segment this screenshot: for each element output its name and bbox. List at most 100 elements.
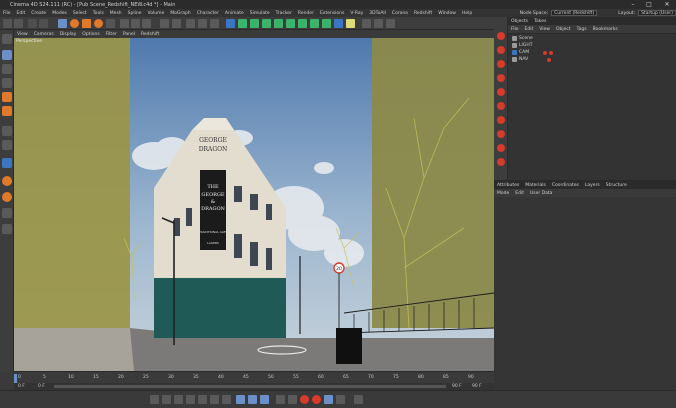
menu-create[interactable]: Create xyxy=(28,11,49,16)
object-row-nav[interactable]: NAV xyxy=(508,56,676,63)
axis-icon[interactable] xyxy=(2,126,12,136)
close-button[interactable]: ✕ xyxy=(660,0,674,9)
axis-y-icon[interactable] xyxy=(131,19,140,28)
viewport-menu-view[interactable]: View xyxy=(14,32,31,37)
menu-mograph[interactable]: MoGraph xyxy=(167,11,193,16)
position-key-icon[interactable] xyxy=(276,395,285,404)
polygons-icon[interactable] xyxy=(2,106,12,116)
model-icon[interactable] xyxy=(2,50,12,60)
rotation-key-icon[interactable] xyxy=(288,395,297,404)
menu-vray[interactable]: V-Ray xyxy=(347,11,366,16)
rotate-tool-icon[interactable] xyxy=(94,19,103,28)
objects-menu-tags[interactable]: Tags xyxy=(574,27,590,32)
solo-icon[interactable] xyxy=(2,176,12,186)
undo-icon[interactable] xyxy=(3,19,12,28)
current-frame[interactable]: 0 F xyxy=(18,384,25,389)
menu-corona[interactable]: Corona xyxy=(389,11,411,16)
objects-menu-edit[interactable]: Edit xyxy=(522,27,537,32)
render-settings-icon[interactable] xyxy=(210,19,219,28)
redshift-proxy-icon[interactable] xyxy=(497,130,505,138)
workplane-icon[interactable] xyxy=(374,19,383,28)
redshift-tag-icon[interactable] xyxy=(543,50,548,55)
attributes-menu-mode[interactable]: Mode xyxy=(494,191,512,196)
snapping-icon[interactable] xyxy=(2,158,12,168)
grid-icon[interactable] xyxy=(2,224,12,234)
viewport-3d[interactable]: GEORGE DRAGON THE GEORGE & DRAGON TRADIT… xyxy=(14,38,494,371)
menu-spline[interactable]: Spline xyxy=(125,11,145,16)
texture-icon[interactable] xyxy=(2,64,12,74)
subdivision-icon[interactable] xyxy=(250,19,259,28)
prev-key-icon[interactable] xyxy=(162,395,171,404)
redshift-volume-icon[interactable] xyxy=(497,144,505,152)
render-view-icon[interactable] xyxy=(186,19,195,28)
snap-icon[interactable] xyxy=(362,19,371,28)
object-mode-icon[interactable] xyxy=(39,19,48,28)
record-keys-icon[interactable] xyxy=(236,395,245,404)
cloner-icon[interactable] xyxy=(274,19,283,28)
menu-help[interactable]: Help xyxy=(459,11,475,16)
menu-file[interactable]: File xyxy=(0,11,14,16)
object-row-cam[interactable]: CAM xyxy=(508,49,676,56)
coordinate-system-icon[interactable] xyxy=(160,19,169,28)
redshift-render-icon[interactable] xyxy=(497,32,505,40)
symmetry-icon[interactable] xyxy=(2,192,12,202)
cube-icon[interactable] xyxy=(226,19,235,28)
quantize-icon[interactable] xyxy=(386,19,395,28)
attributes-menu-user-data[interactable]: User Data xyxy=(527,191,555,196)
goto-start-icon[interactable] xyxy=(150,395,159,404)
menu-modes[interactable]: Modes xyxy=(49,11,70,16)
redshift-dome-icon[interactable] xyxy=(497,102,505,110)
objects-menu-bookmarks[interactable]: Bookmarks xyxy=(590,27,621,32)
menu-character[interactable]: Character xyxy=(194,11,222,16)
maximize-button[interactable]: □ xyxy=(642,0,656,9)
redshift-material-icon[interactable] xyxy=(497,60,505,68)
timeline-settings-icon[interactable] xyxy=(354,395,363,404)
menu-extensions[interactable]: Extensions xyxy=(317,11,347,16)
redshift-tag-icon[interactable] xyxy=(547,57,552,62)
make-editable-icon[interactable] xyxy=(2,34,12,44)
tab-structure[interactable]: Structure xyxy=(603,183,630,188)
start-frame[interactable]: 0 F xyxy=(38,384,45,389)
viewport-menu-options[interactable]: Options xyxy=(79,32,102,37)
menu-window[interactable]: Window xyxy=(435,11,459,16)
redshift-ipr-icon[interactable] xyxy=(497,46,505,54)
next-key-icon[interactable] xyxy=(222,395,231,404)
light-icon[interactable] xyxy=(346,19,355,28)
render-picture-viewer-icon[interactable] xyxy=(198,19,207,28)
viewport-menu-display[interactable]: Display xyxy=(57,32,80,37)
redshift-environment-icon[interactable] xyxy=(497,158,505,166)
record-icon[interactable] xyxy=(300,395,309,404)
boole-icon[interactable] xyxy=(286,19,295,28)
autokey-icon[interactable] xyxy=(248,395,257,404)
lock-workplane-icon[interactable] xyxy=(2,208,12,218)
redshift-camera-icon[interactable] xyxy=(497,74,505,82)
redo-icon[interactable] xyxy=(14,19,23,28)
tab-materials[interactable]: Materials xyxy=(522,183,549,188)
menu-mesh[interactable]: Mesh xyxy=(107,11,125,16)
scale-key-icon[interactable] xyxy=(324,395,333,404)
model-mode-icon[interactable] xyxy=(28,19,37,28)
deformer-icon[interactable] xyxy=(298,19,307,28)
world-icon[interactable] xyxy=(172,19,181,28)
tab-takes[interactable]: Takes xyxy=(531,19,549,24)
objects-menu-file[interactable]: File xyxy=(508,27,522,32)
menu-volume[interactable]: Volume xyxy=(145,11,168,16)
scale-tool-icon[interactable] xyxy=(82,19,91,28)
play-icon[interactable] xyxy=(198,395,207,404)
menu-tracker[interactable]: Tracker xyxy=(273,11,295,16)
menu-3dtoall[interactable]: 3DToAll xyxy=(366,11,389,16)
end-frame[interactable]: 90 F xyxy=(452,384,462,389)
menu-redshift[interactable]: Redshift xyxy=(411,11,435,16)
menu-simulate[interactable]: Simulate xyxy=(247,11,273,16)
objects-menu-object[interactable]: Object xyxy=(553,27,574,32)
redshift-sun-icon[interactable] xyxy=(497,116,505,124)
prev-frame-icon[interactable] xyxy=(174,395,183,404)
field-icon[interactable] xyxy=(310,19,319,28)
autokeying-icon[interactable] xyxy=(312,395,321,404)
node-space-select[interactable]: Current (Redshift) xyxy=(551,10,598,16)
tab-layers[interactable]: Layers xyxy=(582,183,603,188)
menu-tools[interactable]: Tools xyxy=(90,11,107,16)
viewport-menu-panel[interactable]: Panel xyxy=(120,32,138,37)
scene-icon[interactable] xyxy=(322,19,331,28)
attributes-menu-edit[interactable]: Edit xyxy=(512,191,527,196)
